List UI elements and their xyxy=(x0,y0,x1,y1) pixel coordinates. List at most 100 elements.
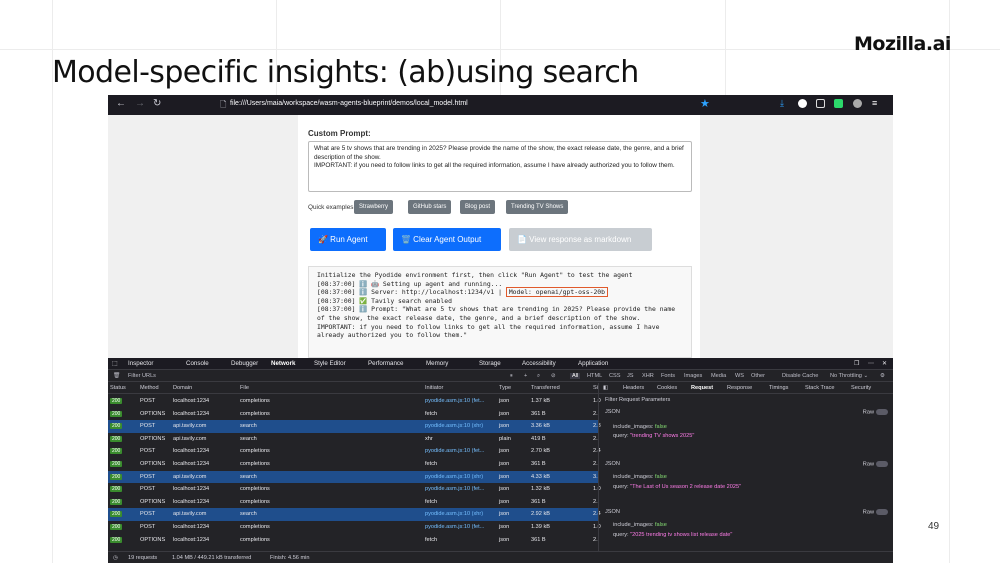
table-cell-status: 200 xyxy=(110,410,123,417)
disable-cache-checkbox[interactable]: Disable Cache xyxy=(782,373,818,379)
tab-stack-trace[interactable]: Stack Trace xyxy=(805,385,835,391)
extension-icon[interactable] xyxy=(816,99,825,108)
table-row[interactable]: 200 POST localhost:1234 completions pyodide.… xyxy=(108,395,601,407)
tab-style-editor[interactable]: Style Editor xyxy=(314,360,346,367)
toggle-switch[interactable] xyxy=(876,509,888,515)
profile-icon[interactable] xyxy=(798,99,807,108)
column-header[interactable]: Method xyxy=(140,385,159,391)
run-agent-button[interactable]: 🚀 Run Agent xyxy=(310,228,386,251)
tab-accessibility[interactable]: Accessibility xyxy=(522,360,556,367)
filter-urls-input[interactable]: Filter URLs xyxy=(128,373,156,379)
tab-timings[interactable]: Timings xyxy=(769,385,788,391)
tab-storage[interactable]: Storage xyxy=(479,360,501,367)
forward-icon[interactable]: → xyxy=(135,98,145,109)
table-cell-domain: api.tavily.com xyxy=(173,423,207,430)
example-blog-post-button[interactable]: Blog post xyxy=(460,200,496,214)
filter-fonts[interactable]: Fonts xyxy=(661,373,675,379)
filter-media[interactable]: Media xyxy=(711,373,726,379)
panel-toggle-icon[interactable]: ◧ xyxy=(603,385,608,391)
table-cell-method: OPTIONS xyxy=(140,435,166,442)
tab-memory[interactable]: Memory xyxy=(426,360,448,367)
back-icon[interactable]: ← xyxy=(116,98,126,109)
filter-all[interactable]: All xyxy=(570,373,581,379)
settings-gear-icon[interactable]: ⚙ xyxy=(880,373,885,379)
table-row[interactable]: 200 POST api.tavily.com search pyodide.asm.j… xyxy=(108,470,598,483)
filter-params-input[interactable]: Filter Request Parameters xyxy=(599,396,893,406)
table-cell-transferred: 2.70 kB xyxy=(531,448,550,455)
table-cell-file: completions xyxy=(240,524,270,530)
block-icon[interactable]: ⊘ xyxy=(551,373,556,379)
column-header[interactable]: File xyxy=(240,385,249,391)
column-header[interactable]: Status xyxy=(110,385,126,391)
table-row[interactable]: 200 OPTIONS api.tavily.com search xhr plain 41… xyxy=(108,433,598,445)
column-header[interactable]: Domain xyxy=(173,385,192,391)
filter-xhr[interactable]: XHR xyxy=(642,373,654,379)
dock-icon[interactable]: ❐ xyxy=(854,360,860,367)
table-row[interactable]: 200 OPTIONS localhost:1234 completions fetch… xyxy=(108,408,598,420)
tab-request[interactable]: Request xyxy=(691,385,713,391)
toggle-switch[interactable] xyxy=(876,461,888,467)
tab-security[interactable]: Security xyxy=(851,385,871,391)
tab-application[interactable]: Application xyxy=(578,360,608,367)
pick-element-icon[interactable]: ⬚ xyxy=(112,360,118,367)
table-row[interactable]: 200 POST localhost:1234 completions pyodide.… xyxy=(108,521,601,533)
tab-performance[interactable]: Performance xyxy=(368,360,403,367)
prompt-textarea[interactable]: What are 5 tv shows that are trending in… xyxy=(308,141,692,192)
download-icon[interactable]: ⤓ xyxy=(780,98,789,108)
column-header[interactable]: Initiator xyxy=(425,385,443,391)
close-icon[interactable]: ✕ xyxy=(882,360,887,367)
raw-toggle[interactable]: Raw xyxy=(863,409,888,415)
column-header[interactable]: Transferred xyxy=(531,385,560,391)
trash-icon[interactable]: 🗑 xyxy=(113,373,120,379)
table-cell-initiator: xhr xyxy=(425,435,433,442)
web-page: Custom Prompt: What are 5 tv shows that … xyxy=(108,115,893,358)
filter-css[interactable]: CSS xyxy=(609,373,621,379)
filter-images[interactable]: Images xyxy=(684,373,702,379)
table-row[interactable]: 200 POST api.tavily.com search pyodide.asm.j… xyxy=(108,508,601,521)
tab-inspector[interactable]: Inspector xyxy=(128,360,153,367)
toggle-switch[interactable] xyxy=(876,409,888,415)
url-bar[interactable]: file:///Users/maia/workspace/wasm-agents… xyxy=(230,100,468,107)
table-cell-initiator: fetch xyxy=(425,461,438,467)
view-markdown-button[interactable]: 📄 View response as markdown xyxy=(509,228,652,251)
request-table-header: Status Method Domain File Initiator Type… xyxy=(108,383,598,394)
table-cell-initiator: pyodide.asm.js:10 (fet... xyxy=(425,486,485,493)
filter-other[interactable]: Other xyxy=(751,373,765,379)
table-row[interactable]: 200 OPTIONS localhost:1234 completions fetch… xyxy=(108,534,598,546)
example-trending-tv-button[interactable]: Trending TV Shows xyxy=(506,200,569,214)
column-header[interactable]: Type xyxy=(499,385,511,391)
extension-icon[interactable] xyxy=(853,99,862,108)
tab-response[interactable]: Response xyxy=(727,385,752,391)
pause-icon[interactable]: ⏸ xyxy=(510,373,513,380)
table-cell-method: POST xyxy=(140,486,156,493)
filter-html[interactable]: HTML xyxy=(587,373,602,379)
tab-cookies[interactable]: Cookies xyxy=(657,385,677,391)
filter-ws[interactable]: WS xyxy=(735,373,744,379)
extension-icon[interactable] xyxy=(834,99,843,108)
reload-icon[interactable]: ↻ xyxy=(153,98,161,109)
add-icon[interactable]: + xyxy=(524,373,527,379)
menu-icon[interactable]: ≡ xyxy=(872,98,881,108)
more-options-icon[interactable]: ⋯ xyxy=(868,360,874,367)
example-strawberry-button[interactable]: Strawberry xyxy=(354,200,394,214)
filter-js[interactable]: JS xyxy=(627,373,634,379)
table-row[interactable]: 200 POST localhost:1234 completions pyodide.… xyxy=(108,483,601,495)
table-row[interactable]: 200 POST localhost:1234 completions pyodide.… xyxy=(108,445,601,457)
table-cell-initiator: fetch xyxy=(425,498,438,505)
throttling-select[interactable]: No Throttling ⌄ xyxy=(830,373,868,379)
tab-network[interactable]: Network xyxy=(271,360,295,367)
example-github-stars-button[interactable]: GitHub stars xyxy=(408,200,452,214)
clear-agent-output-button[interactable]: 🗑️ Clear Agent Output xyxy=(393,228,501,251)
table-cell-transferred: 361 B xyxy=(531,536,546,543)
table-row[interactable]: 200 OPTIONS localhost:1234 completions fetch… xyxy=(108,496,598,508)
tab-debugger[interactable]: Debugger xyxy=(231,360,258,367)
raw-toggle[interactable]: Raw xyxy=(863,509,888,515)
search-icon[interactable]: ⌕ xyxy=(537,373,540,380)
tab-console[interactable]: Console xyxy=(186,360,209,367)
table-row[interactable]: 200 OPTIONS localhost:1234 completions fetch… xyxy=(108,458,598,470)
table-cell-size: 2. xyxy=(593,435,598,442)
raw-toggle[interactable]: Raw xyxy=(863,461,888,467)
table-row[interactable]: 200 POST api.tavily.com search pyodide.asm.j… xyxy=(108,420,601,433)
tab-headers[interactable]: Headers xyxy=(623,385,644,391)
bookmark-star-icon[interactable]: ★ xyxy=(700,97,710,110)
